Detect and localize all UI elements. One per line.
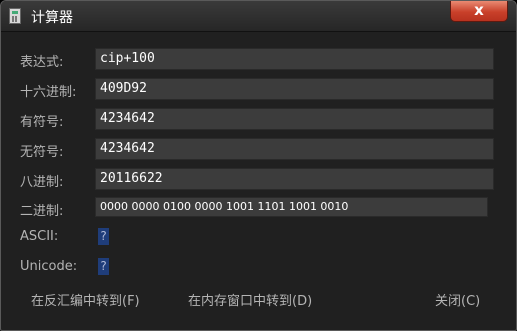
unicode-label: Unicode: (20, 259, 78, 274)
signed-field[interactable]: 4234642 (95, 108, 494, 130)
signed-label: 有符号: (20, 115, 64, 130)
close-button[interactable]: 关闭(C) (435, 290, 480, 309)
title-bar[interactable]: 计算器 x (1, 1, 516, 32)
expression-input[interactable]: cip+100 (95, 48, 494, 70)
goto-memory-button[interactable]: 在内存窗口中转到(D) (188, 290, 312, 309)
ascii-char: ? (98, 228, 109, 245)
window-close-button[interactable]: x (450, 1, 508, 22)
unsigned-label: 无符号: (20, 145, 64, 160)
unicode-char: ? (98, 258, 109, 275)
binary-label: 二进制: (20, 204, 64, 219)
expression-label: 表达式: (20, 55, 64, 70)
hex-field[interactable]: 409D92 (95, 78, 494, 100)
unsigned-field[interactable]: 4234642 (95, 138, 494, 160)
binary-field[interactable]: 0000 0000 0100 0000 1001 1101 1001 0010 (95, 197, 488, 217)
goto-disassembly-button[interactable]: 在反汇编中转到(F) (31, 290, 140, 309)
calculator-window: 计算器 x 表达式: cip+100 十六进制: 409D92 有符号: 423… (0, 0, 517, 331)
window-title: 计算器 (31, 10, 73, 26)
octal-field[interactable]: 20116622 (95, 168, 494, 190)
ascii-label: ASCII: (20, 229, 59, 244)
octal-label: 八进制: (20, 175, 64, 190)
calculator-icon (9, 8, 21, 24)
hex-label: 十六进制: (20, 85, 77, 100)
